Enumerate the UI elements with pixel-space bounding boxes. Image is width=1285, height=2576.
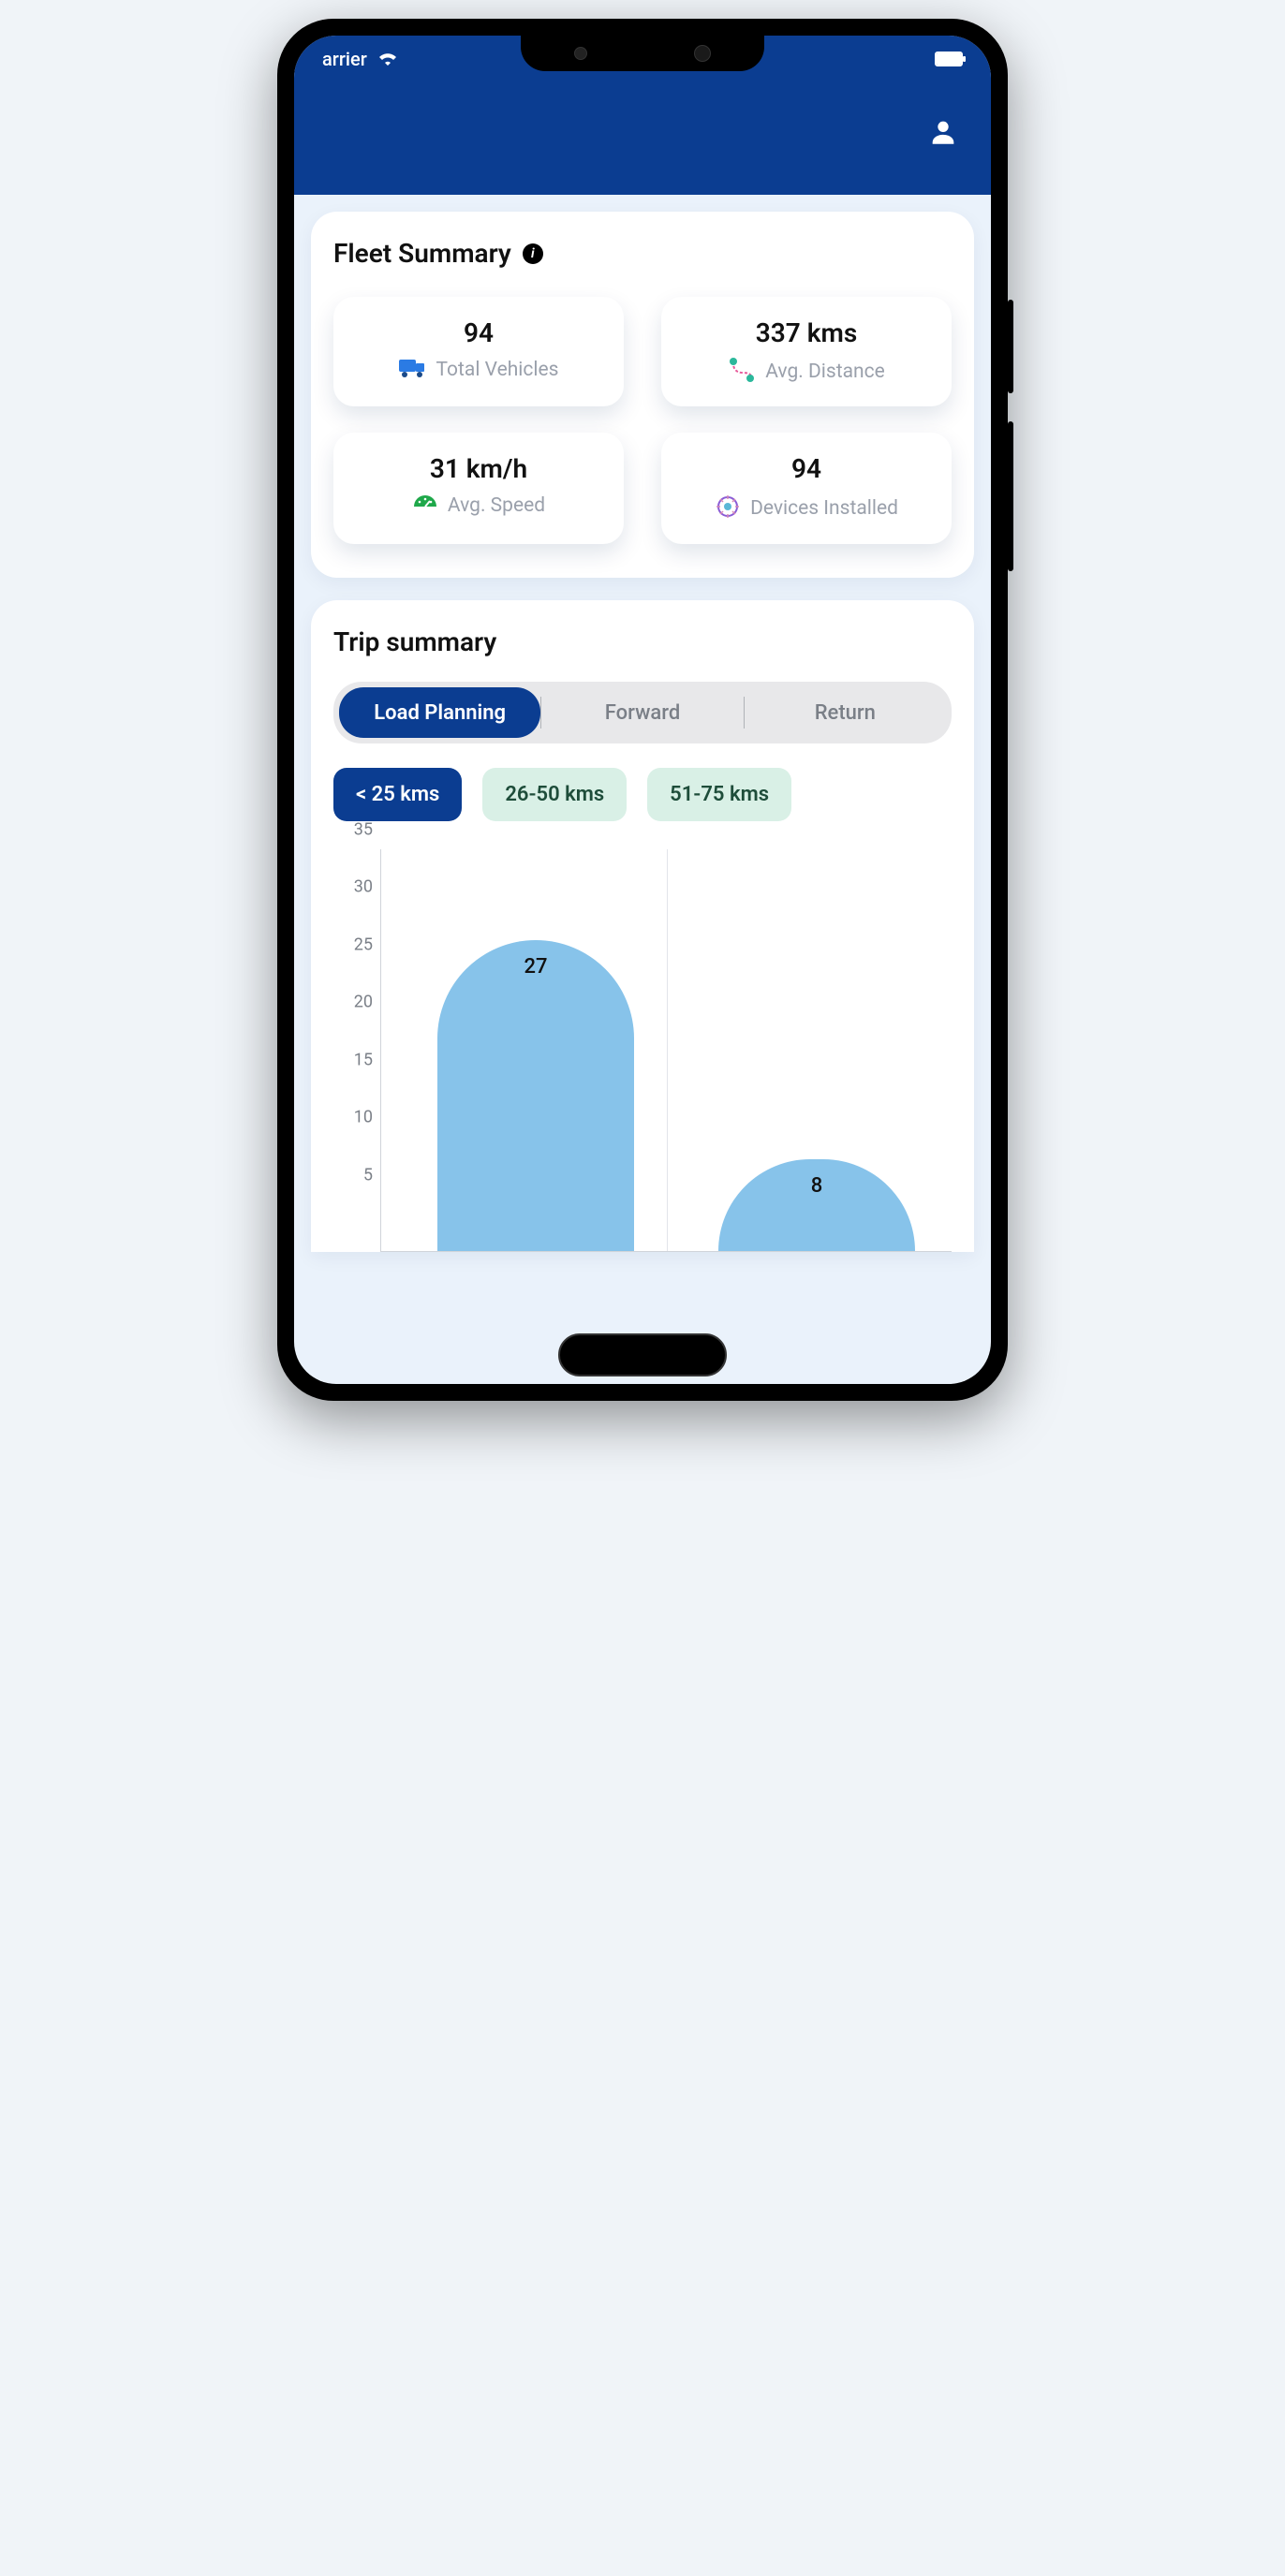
speedometer-icon bbox=[412, 493, 438, 518]
trip-summary-title: Trip summary bbox=[333, 626, 952, 657]
battery-icon bbox=[935, 52, 963, 66]
stat-devices-installed[interactable]: 94 Devices Installed bbox=[661, 433, 952, 544]
truck-icon bbox=[399, 358, 427, 382]
y-tick: 15 bbox=[354, 1050, 373, 1069]
chart-bar: 27 bbox=[437, 940, 634, 1251]
stat-total-vehicles[interactable]: 94 Total Vehicles bbox=[333, 297, 624, 406]
info-icon[interactable]: i bbox=[523, 243, 543, 264]
trip-tab-bar: Load Planning Forward Return bbox=[333, 682, 952, 743]
app-header bbox=[294, 82, 991, 195]
chart-bar: 8 bbox=[718, 1159, 915, 1251]
bar-value-label: 8 bbox=[718, 1174, 915, 1198]
stat-label: Devices Installed bbox=[750, 497, 898, 520]
device-icon bbox=[715, 493, 741, 523]
stat-value: 31 km/h bbox=[343, 453, 614, 484]
tab-forward[interactable]: Forward bbox=[541, 687, 743, 738]
stat-label: Avg. Distance bbox=[765, 361, 885, 383]
stat-label: Avg. Speed bbox=[448, 494, 545, 517]
trip-bar-chart: 5101520253035 278 bbox=[333, 849, 952, 1252]
y-tick: 5 bbox=[363, 1165, 373, 1185]
profile-icon[interactable] bbox=[927, 116, 959, 152]
chip-51-75[interactable]: 51-75 kms bbox=[647, 768, 791, 821]
carrier-label: arrier bbox=[322, 48, 367, 70]
y-tick: 20 bbox=[354, 993, 373, 1012]
stat-value: 94 bbox=[343, 317, 614, 348]
fleet-summary-card: Fleet Summary i 94 Total Vehicles bbox=[311, 212, 974, 578]
tab-load-planning[interactable]: Load Planning bbox=[339, 687, 540, 738]
tab-return[interactable]: Return bbox=[745, 687, 946, 738]
stat-avg-speed[interactable]: 31 km/h Avg. Speed bbox=[333, 433, 624, 544]
chip-26-50[interactable]: 26-50 kms bbox=[482, 768, 627, 821]
stat-value: 337 kms bbox=[671, 317, 942, 348]
home-indicator[interactable] bbox=[558, 1333, 727, 1376]
y-tick: 30 bbox=[354, 877, 373, 897]
y-tick: 10 bbox=[354, 1108, 373, 1127]
chip-under-25[interactable]: < 25 kms bbox=[333, 768, 462, 821]
trip-summary-card: Trip summary Load Planning Forward Retur… bbox=[311, 600, 974, 1252]
stat-value: 94 bbox=[671, 453, 942, 484]
y-tick: 35 bbox=[354, 820, 373, 840]
stat-label: Total Vehicles bbox=[436, 359, 559, 381]
route-icon bbox=[728, 358, 756, 386]
stat-avg-distance[interactable]: 337 kms Avg. Distance bbox=[661, 297, 952, 406]
distance-chip-row: < 25 kms 26-50 kms 51-75 kms bbox=[333, 768, 952, 821]
y-tick: 25 bbox=[354, 935, 373, 954]
wifi-icon bbox=[377, 48, 399, 70]
fleet-summary-title: Fleet Summary bbox=[333, 238, 511, 269]
bar-value-label: 27 bbox=[437, 955, 634, 979]
